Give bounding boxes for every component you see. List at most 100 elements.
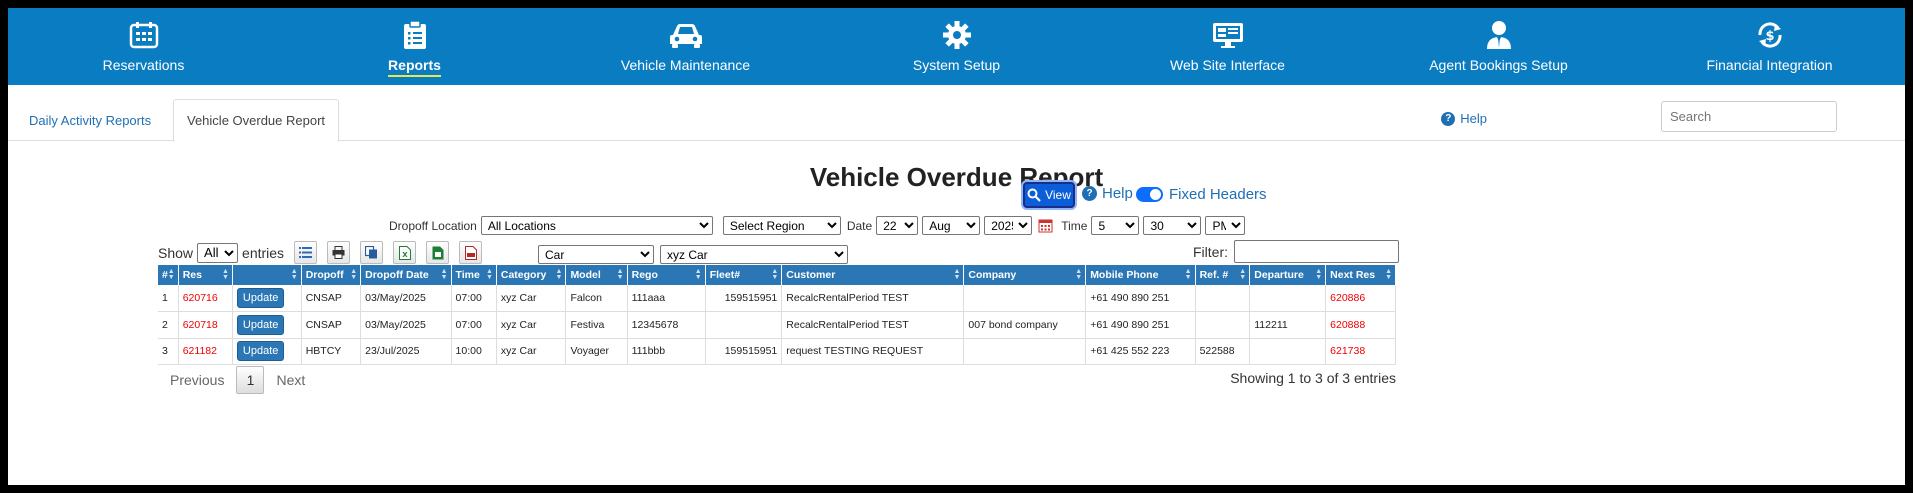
view-button[interactable]: View bbox=[1023, 182, 1075, 208]
column-header[interactable]: Rego ▲ ▼ bbox=[627, 265, 706, 285]
svg-text:$: $ bbox=[1765, 29, 1774, 44]
column-header[interactable]: ▲ ▼ bbox=[232, 265, 302, 285]
overdue-table: # ▲ ▼ Res ▲ ▼ ▲ ▼ Dropoff ▲ ▼ Dropoff Date ▲ ▼ Time ▲ ▼ C… bbox=[158, 265, 1396, 365]
cell-update: Update bbox=[232, 311, 302, 339]
cell-res[interactable]: 620716 bbox=[178, 285, 233, 312]
nav-financial-integration[interactable]: $ Financial Integration bbox=[1634, 8, 1905, 85]
cell-next[interactable]: 621738 bbox=[1325, 338, 1396, 365]
search-input[interactable] bbox=[1661, 101, 1837, 132]
toggle-switch[interactable] bbox=[1136, 187, 1163, 202]
nav-web-site-interface[interactable]: Web Site Interface bbox=[1092, 8, 1363, 85]
ampm-select[interactable]: PM bbox=[1205, 216, 1246, 235]
copy-button[interactable] bbox=[360, 241, 384, 264]
cell-fleet: 159515951 bbox=[705, 338, 783, 365]
minute-select[interactable]: 30 bbox=[1143, 216, 1202, 235]
column-header-label: Time bbox=[455, 269, 480, 281]
cell-company bbox=[963, 285, 1087, 312]
export-pdf-button[interactable] bbox=[459, 241, 483, 264]
update-button[interactable]: Update bbox=[236, 314, 285, 335]
filter-help-link[interactable]: ? Help bbox=[1082, 185, 1133, 202]
month-select[interactable]: Aug bbox=[922, 216, 981, 235]
sort-arrows-icon: ▲ ▼ bbox=[1315, 268, 1323, 281]
sort-arrows-icon: ▲ ▼ bbox=[694, 268, 702, 281]
cell-res[interactable]: 620718 bbox=[178, 311, 233, 339]
cell-rego: 111aaa bbox=[627, 285, 706, 312]
nav-reservations[interactable]: Reservations bbox=[8, 8, 279, 85]
column-header[interactable]: Next Res ▲ ▼ bbox=[1325, 265, 1396, 285]
tab-vehicle-overdue-report[interactable]: Vehicle Overdue Report bbox=[173, 99, 340, 142]
cell-time: 10:00 bbox=[451, 338, 497, 365]
report-tabs: Daily Activity Reports Vehicle Overdue R… bbox=[8, 85, 1905, 142]
column-header[interactable]: Mobile Phone ▲ ▼ bbox=[1085, 265, 1196, 285]
update-button[interactable]: Update bbox=[236, 288, 285, 308]
column-header[interactable]: Time ▲ ▼ bbox=[451, 265, 497, 285]
day-select[interactable]: 22 bbox=[876, 216, 919, 235]
cell-next[interactable]: 620888 bbox=[1325, 311, 1396, 339]
entries-label: entries bbox=[242, 244, 285, 261]
column-header[interactable]: Departure ▲ ▼ bbox=[1249, 265, 1327, 285]
dropoff-location-select[interactable]: All Locations bbox=[480, 216, 713, 235]
filter-input[interactable] bbox=[1234, 240, 1399, 263]
vehicle-category-select[interactable]: xyz Car bbox=[660, 245, 848, 264]
year-select[interactable]: 2025 bbox=[984, 216, 1033, 235]
calendar-picker-icon[interactable] bbox=[1038, 218, 1053, 233]
car-icon bbox=[669, 18, 703, 52]
nav-agent-bookings-setup[interactable]: Agent Bookings Setup bbox=[1363, 8, 1634, 85]
cell-n: 1 bbox=[158, 285, 179, 312]
cell-fleet: 159515951 bbox=[705, 285, 783, 312]
vehicle-type-select[interactable]: Car bbox=[538, 245, 654, 264]
cell-departure bbox=[1249, 338, 1327, 365]
tab-daily-activity-reports[interactable]: Daily Activity Reports bbox=[16, 99, 164, 141]
nav-vehicle-maintenance[interactable]: Vehicle Maintenance bbox=[550, 8, 821, 85]
column-header[interactable]: # ▲ ▼ bbox=[158, 265, 179, 285]
hour-select[interactable]: 5 bbox=[1091, 216, 1140, 235]
previous-page-button[interactable]: Previous bbox=[158, 372, 236, 388]
export-excel-button[interactable]: X bbox=[393, 241, 417, 264]
nav-reports[interactable]: Reports bbox=[279, 8, 550, 85]
dropoff-location-label: Dropoff Location bbox=[389, 218, 477, 233]
show-entries-select[interactable]: All bbox=[197, 242, 239, 263]
column-visibility-button[interactable] bbox=[294, 241, 318, 264]
column-header[interactable]: Ref. # ▲ ▼ bbox=[1195, 265, 1251, 285]
cell-category: xyz Car bbox=[496, 338, 567, 365]
region-select[interactable]: Select Region bbox=[722, 216, 841, 235]
fixed-headers-toggle[interactable]: Fixed Headers bbox=[1136, 186, 1267, 203]
column-header[interactable]: Res ▲ ▼ bbox=[178, 265, 233, 285]
help-link[interactable]: ? Help bbox=[1441, 111, 1487, 126]
help-icon: ? bbox=[1441, 111, 1456, 126]
cell-model: Falcon bbox=[565, 285, 628, 312]
cell-next[interactable]: 620886 bbox=[1325, 285, 1396, 312]
update-button[interactable]: Update bbox=[236, 341, 285, 362]
cell-ref: 522588 bbox=[1195, 338, 1251, 365]
column-header[interactable]: Customer ▲ ▼ bbox=[781, 265, 965, 285]
column-header[interactable]: Model ▲ ▼ bbox=[565, 265, 628, 285]
monitor-icon bbox=[1211, 18, 1245, 52]
table-header-row: # ▲ ▼ Res ▲ ▼ ▲ ▼ Dropoff ▲ ▼ Dropoff Date ▲ ▼ Time ▲ ▼ C… bbox=[158, 265, 1396, 285]
sort-arrows-icon: ▲ ▼ bbox=[167, 268, 175, 281]
nav-label: Reports bbox=[388, 57, 441, 77]
column-header-label: Rego bbox=[631, 269, 658, 281]
column-header[interactable]: Dropoff ▲ ▼ bbox=[301, 265, 362, 285]
column-header[interactable]: Dropoff Date ▲ ▼ bbox=[360, 265, 452, 285]
cell-customer: RecalcRentalPeriod TEST bbox=[781, 285, 965, 312]
cell-res[interactable]: 621182 bbox=[178, 338, 233, 365]
nav-label: Reservations bbox=[102, 57, 185, 73]
column-header-label: Category bbox=[500, 269, 547, 281]
page-button-current[interactable]: 1 bbox=[236, 366, 265, 394]
column-header[interactable]: Fleet# ▲ ▼ bbox=[705, 265, 783, 285]
next-page-button[interactable]: Next bbox=[264, 372, 317, 388]
print-button[interactable] bbox=[327, 241, 351, 264]
nav-system-setup[interactable]: System Setup bbox=[821, 8, 1092, 85]
excel-icon: X bbox=[398, 245, 411, 260]
help-label: Help bbox=[1460, 111, 1487, 126]
cell-customer: request TESTING REQUEST bbox=[781, 338, 965, 365]
cell-fleet bbox=[705, 311, 783, 339]
export-csv-button[interactable] bbox=[426, 241, 450, 264]
printer-icon bbox=[332, 246, 345, 259]
column-header[interactable]: Company ▲ ▼ bbox=[963, 265, 1087, 285]
sort-arrows-icon: ▲ ▼ bbox=[221, 268, 229, 281]
search-icon bbox=[1027, 188, 1041, 202]
sort-arrows-icon: ▲ ▼ bbox=[1239, 268, 1247, 281]
column-header-label: Departure bbox=[1254, 269, 1304, 281]
column-header[interactable]: Category ▲ ▼ bbox=[496, 265, 567, 285]
